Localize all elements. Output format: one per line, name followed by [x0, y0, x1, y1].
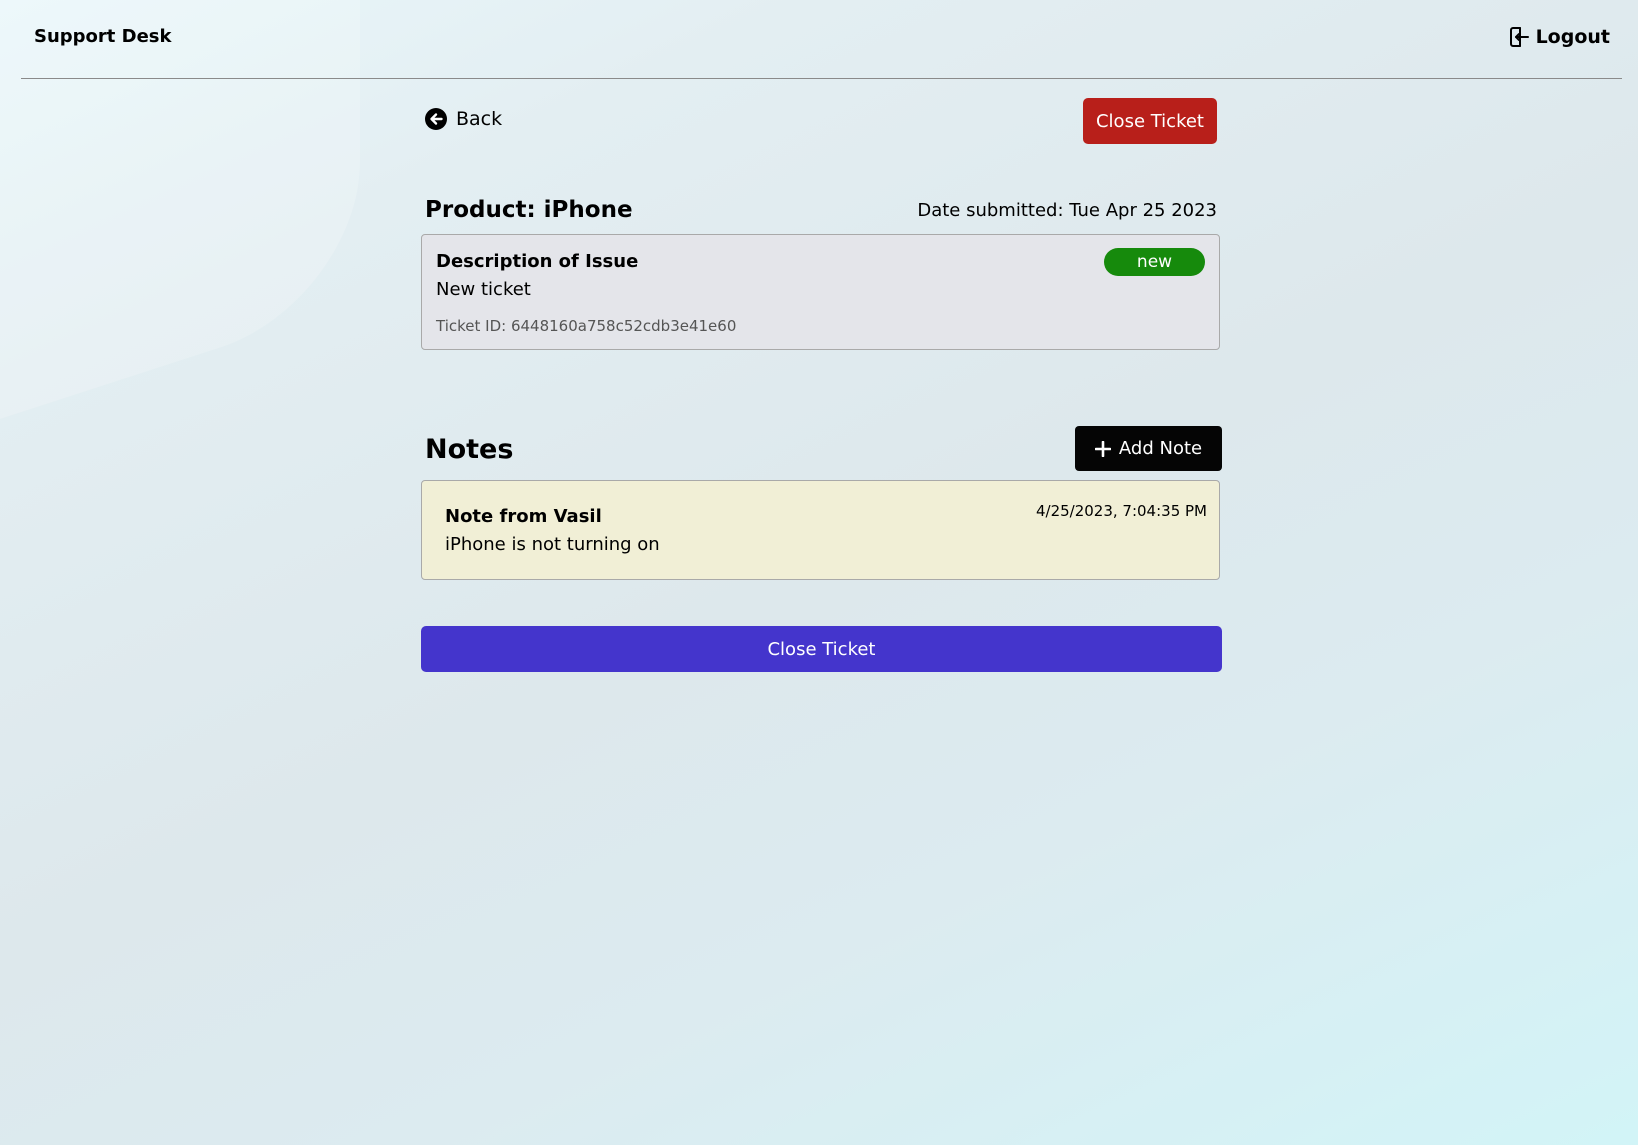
logout-label: Logout: [1535, 26, 1610, 48]
product-title: Product: iPhone: [425, 197, 633, 223]
note-card: Note from Vasil iPhone is not turning on…: [421, 480, 1220, 580]
ticket-id: Ticket ID: 6448160a758c52cdb3e41e60: [436, 317, 737, 335]
plus-icon: [1094, 440, 1111, 457]
close-ticket-button-top[interactable]: Close Ticket: [1083, 98, 1217, 144]
note-author: Note from Vasil: [445, 506, 602, 527]
add-note-label: Add Note: [1118, 438, 1203, 459]
logout-button[interactable]: Logout: [1508, 25, 1610, 49]
note-text: iPhone is not turning on: [445, 534, 660, 555]
back-label: Back: [456, 108, 503, 130]
description-label: Description of Issue: [436, 251, 639, 272]
arrow-circle-left-icon: [425, 108, 447, 130]
status-badge: new: [1104, 248, 1205, 276]
header: Support Desk Logout: [21, 0, 1622, 79]
logo-link[interactable]: Support Desk: [34, 26, 172, 47]
date-submitted: Date submitted: Tue Apr 25 2023: [917, 200, 1217, 221]
logout-icon: [1508, 25, 1530, 49]
note-date: 4/25/2023, 7:04:35 PM: [1035, 502, 1207, 520]
notes-title: Notes: [425, 434, 514, 465]
close-ticket-button-bottom[interactable]: Close Ticket: [421, 626, 1222, 672]
add-note-button[interactable]: Add Note: [1075, 426, 1222, 471]
back-button[interactable]: Back: [425, 108, 502, 130]
ticket-description-card: Description of Issue New ticket Ticket I…: [421, 234, 1220, 350]
description-text: New ticket: [436, 279, 531, 300]
